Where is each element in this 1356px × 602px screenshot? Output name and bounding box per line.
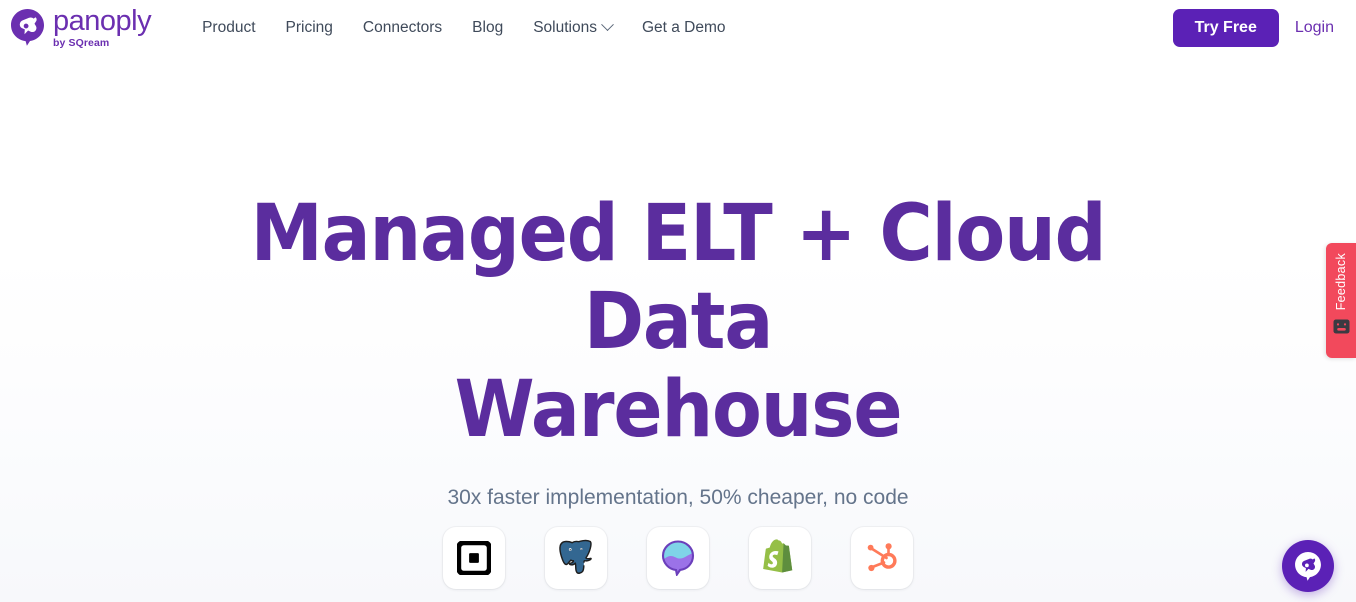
- connector-card-square[interactable]: [443, 527, 505, 589]
- nav-item-pricing[interactable]: Pricing: [271, 13, 348, 43]
- brand-text-block: panoply by SQream: [53, 4, 152, 50]
- shopify-bag-icon: [763, 539, 793, 573]
- connector-card-shopify[interactable]: [749, 527, 811, 589]
- login-link[interactable]: Login: [1295, 19, 1334, 37]
- nav-item-product[interactable]: Product: [187, 13, 270, 43]
- nav-item-solutions[interactable]: Solutions: [518, 13, 627, 43]
- main-navigation: Product Pricing Connectors Blog Solution…: [187, 13, 740, 43]
- feedback-label: Feedback: [1334, 253, 1348, 311]
- hero-title-line-1: Managed ELT + Cloud Data: [250, 189, 1107, 367]
- hero-section: Managed ELT + Cloud Data Warehouse 30x f…: [0, 55, 1356, 513]
- page-title: Managed ELT + Cloud Data Warehouse: [213, 190, 1143, 454]
- brand-name: panoply: [53, 4, 152, 37]
- chat-widget-button[interactable]: [1282, 540, 1334, 592]
- hero-subtitle: 30x faster implementation, 50% cheaper, …: [447, 486, 909, 509]
- square-logo-icon: [457, 541, 491, 575]
- panoply-pin-icon: [1295, 551, 1321, 581]
- site-header: panoply by SQream Product Pricing Connec…: [0, 0, 1356, 55]
- nav-item-get-a-demo[interactable]: Get a Demo: [627, 13, 741, 43]
- header-actions: Try Free Login: [1172, 8, 1334, 47]
- chevron-down-icon: [601, 18, 614, 32]
- nav-label: Solutions: [533, 18, 597, 36]
- smiley-face-icon: [1333, 319, 1349, 334]
- try-free-button[interactable]: Try Free: [1172, 8, 1279, 47]
- page-root: panoply by SQream Product Pricing Connec…: [0, 0, 1356, 602]
- feedback-tab[interactable]: Feedback: [1326, 243, 1356, 358]
- purple-pin-wave-icon: [661, 540, 695, 576]
- hubspot-sprocket-icon: [867, 543, 897, 572]
- connector-card-hubspot[interactable]: [851, 527, 913, 589]
- nav-label: Pricing: [285, 18, 333, 36]
- panoply-pin-icon: [11, 9, 44, 46]
- nav-item-connectors[interactable]: Connectors: [348, 13, 457, 43]
- connector-logo-strip: [0, 527, 1356, 589]
- brand-tagline: by SQream: [53, 36, 110, 49]
- connector-card-intercom[interactable]: [647, 527, 709, 589]
- postgresql-elephant-icon: [559, 539, 592, 574]
- nav-item-blog[interactable]: Blog: [457, 13, 518, 43]
- nav-label: Connectors: [362, 18, 443, 36]
- brand-logo[interactable]: panoply by SQream: [11, 4, 152, 50]
- nav-label: Blog: [472, 18, 504, 36]
- hero-title-line-2: Warehouse: [454, 365, 903, 455]
- connector-card-postgresql[interactable]: [545, 527, 607, 589]
- nav-label: Get a Demo: [641, 18, 726, 36]
- nav-label: Product: [202, 18, 256, 36]
